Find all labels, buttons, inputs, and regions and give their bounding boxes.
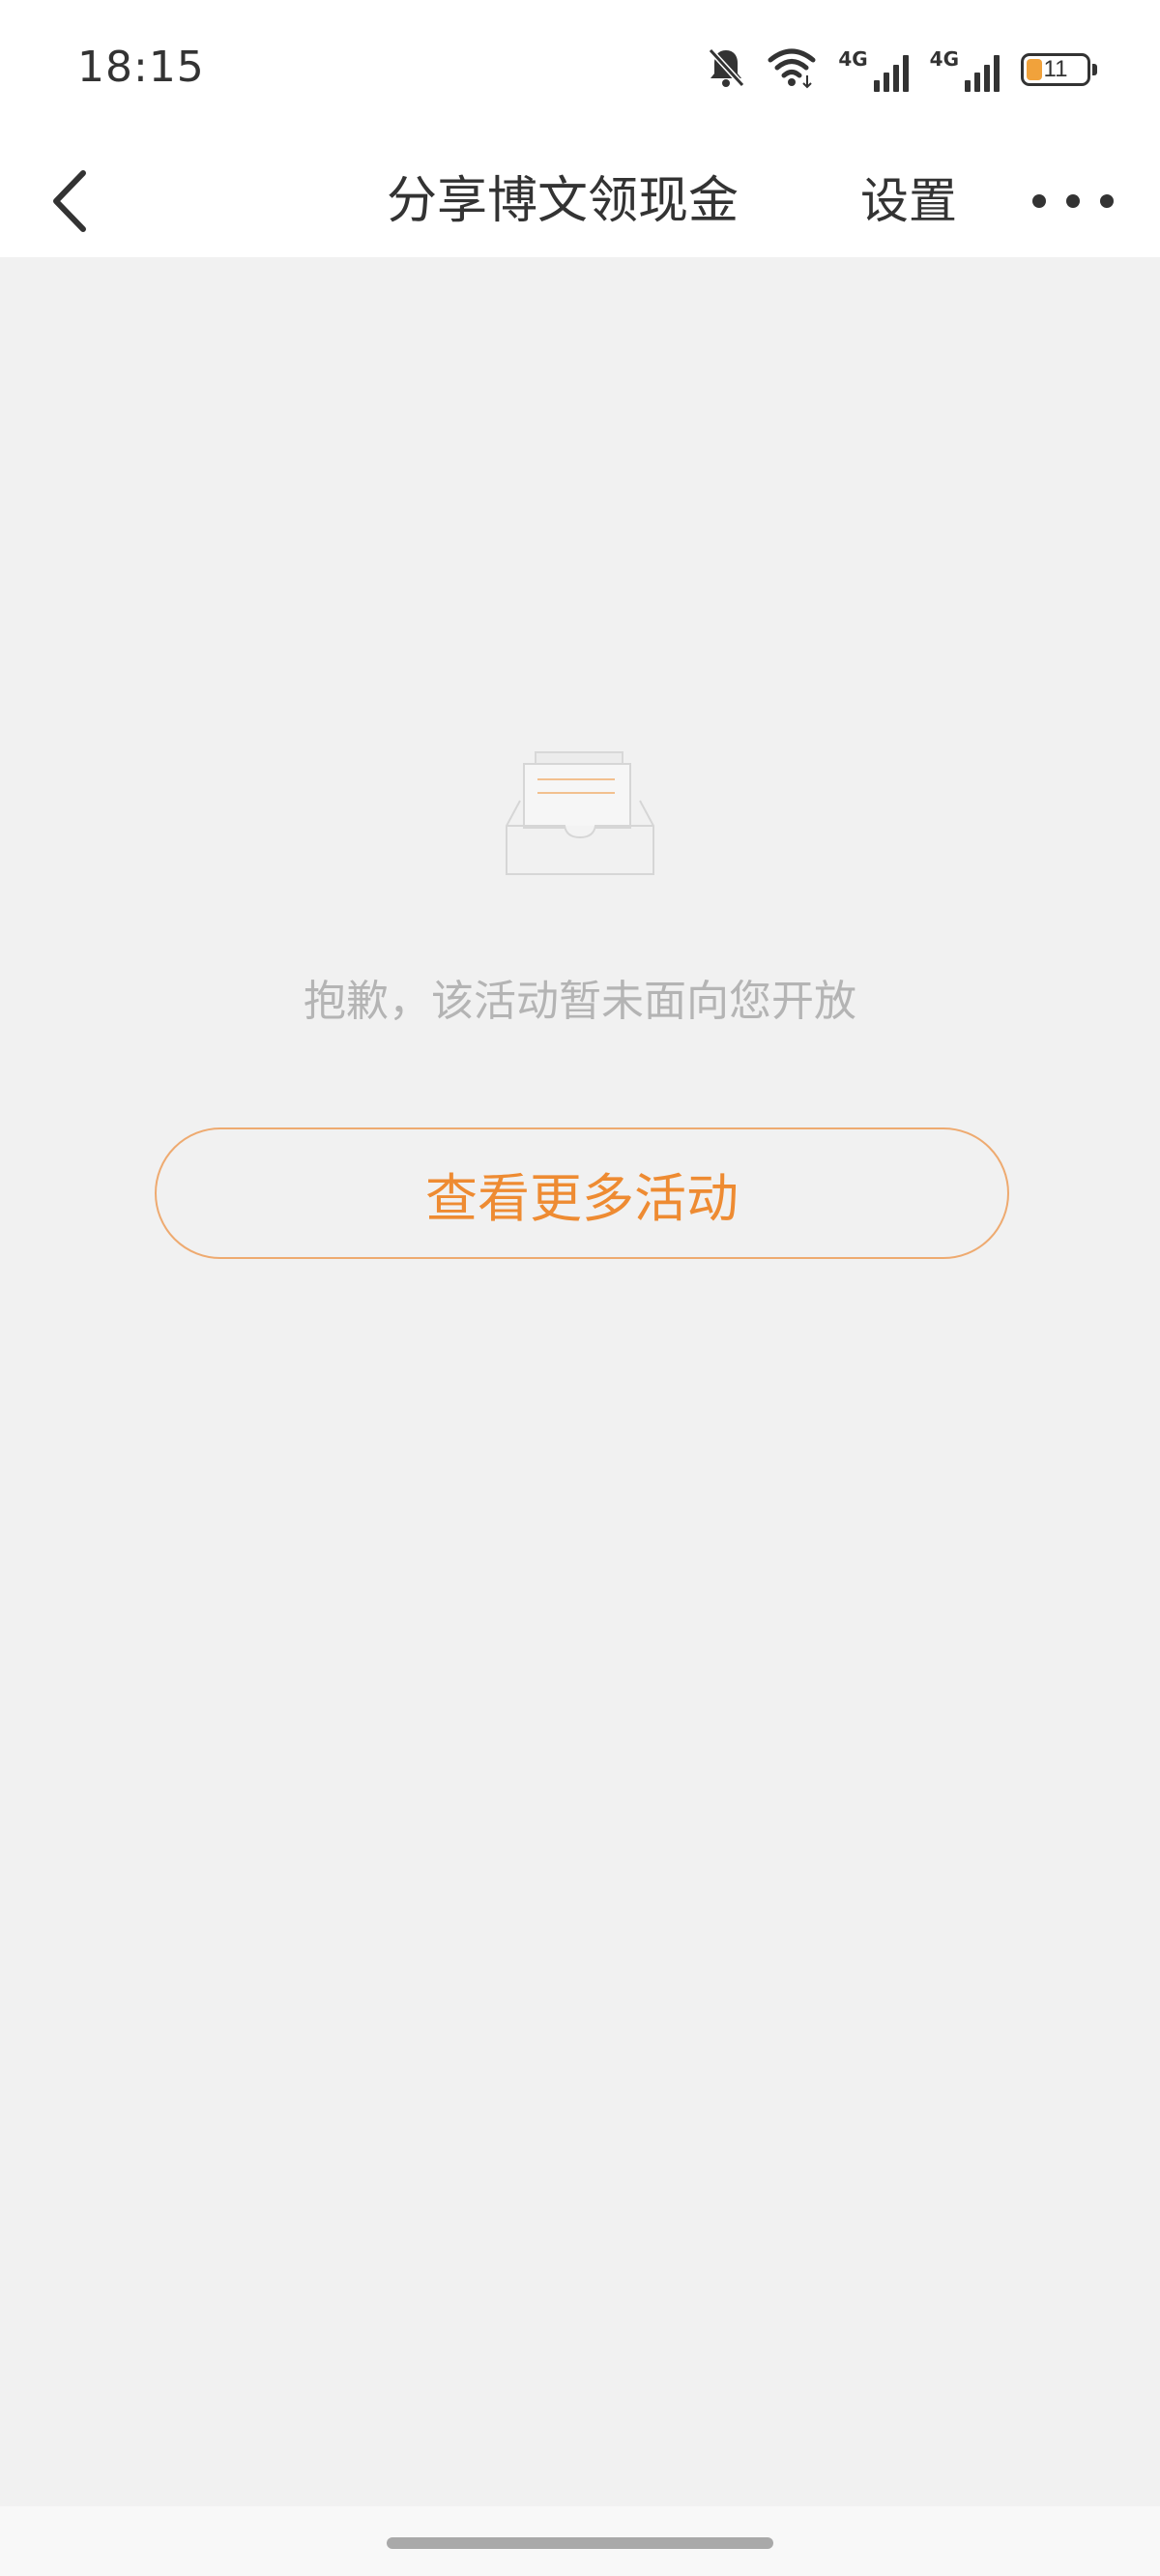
status-bar: 18:15 4G 4G 11 bbox=[0, 0, 1160, 143]
network-type-label: 4G bbox=[838, 47, 868, 71]
bell-off-icon bbox=[707, 46, 745, 93]
signal-icon: 4G bbox=[838, 47, 909, 92]
status-time: 18:15 bbox=[77, 43, 205, 92]
back-button[interactable] bbox=[27, 159, 112, 244]
signal-icon: 4G bbox=[930, 47, 1000, 92]
more-button[interactable] bbox=[1032, 159, 1114, 244]
empty-inbox-icon bbox=[503, 745, 657, 880]
empty-state-message: 抱歉，该活动暂未面向您开放 bbox=[304, 977, 856, 1026]
more-dot bbox=[1100, 194, 1114, 208]
navigation-bar: 分享博文领现金 设置 bbox=[0, 143, 1160, 257]
status-icons: 4G 4G 11 bbox=[707, 46, 1097, 93]
wifi-icon bbox=[767, 46, 817, 93]
page-title: 分享博文领现金 bbox=[387, 172, 740, 230]
home-indicator[interactable] bbox=[387, 2537, 773, 2549]
battery-level: 11 bbox=[1043, 56, 1068, 82]
battery-icon: 11 bbox=[1021, 53, 1097, 86]
chevron-left-icon bbox=[53, 170, 86, 232]
view-more-activities-button[interactable]: 查看更多活动 bbox=[155, 1127, 1009, 1259]
settings-button[interactable]: 设置 bbox=[860, 159, 957, 244]
more-dot bbox=[1066, 194, 1080, 208]
gesture-bar bbox=[0, 2506, 1160, 2576]
network-type-label: 4G bbox=[929, 47, 959, 71]
more-dot bbox=[1032, 194, 1046, 208]
